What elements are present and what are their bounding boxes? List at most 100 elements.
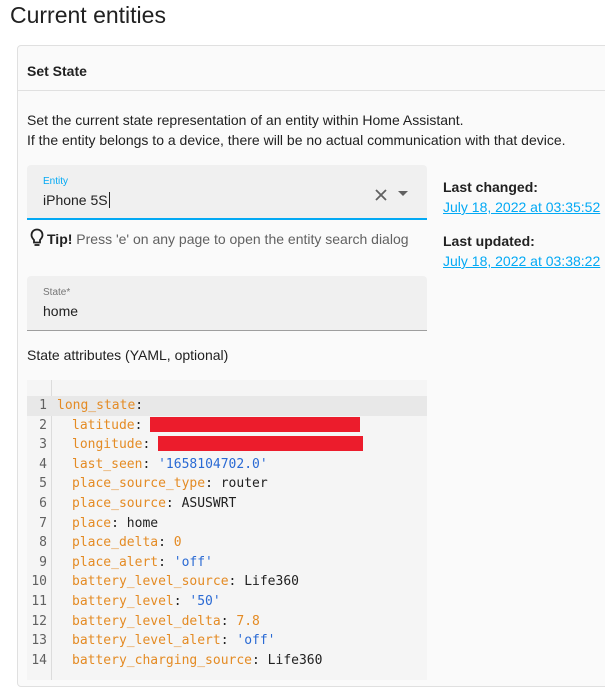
yaml-value: 'off': [236, 633, 276, 649]
yaml-value: home: [126, 515, 159, 531]
yaml-separator: :: [158, 535, 174, 551]
line-number: 9: [39, 554, 47, 570]
yaml-separator: :: [111, 515, 127, 531]
card-title: Set State: [27, 63, 87, 79]
code-line: 8 place_delta: 0: [27, 533, 427, 553]
yaml-key: place_source: [72, 496, 166, 511]
yaml-value: Life360: [244, 574, 299, 590]
code-line: 2 latitude:: [27, 416, 427, 436]
code-text: battery_level: '50': [57, 592, 221, 612]
yaml-separator: :: [173, 594, 190, 609]
code-text: battery_level_source: Life360: [57, 572, 299, 592]
line-number: 12: [31, 613, 47, 629]
text-cursor: [108, 192, 110, 208]
yaml-separator: :: [220, 613, 237, 629]
line-number: 13: [31, 633, 47, 649]
yaml-key: place_source_type: [72, 476, 206, 492]
code-line: 7 place: home: [27, 514, 427, 534]
yaml-value: router: [220, 476, 268, 492]
code-text: longitude:: [57, 435, 364, 455]
code-text: battery_level_alert: 'off': [57, 631, 276, 651]
line-number: 14: [31, 652, 47, 668]
last-updated-link[interactable]: July 18, 2022 at 03:38:22: [443, 252, 600, 270]
tip-label: Tip!: [47, 231, 73, 247]
entity-input[interactable]: iPhone 5S: [43, 191, 110, 209]
code-text: last_seen: '1658104702.0': [57, 455, 268, 475]
yaml-separator: :: [135, 398, 144, 413]
state-field[interactable]: State* home: [27, 276, 427, 331]
line-number: 1: [39, 398, 47, 413]
card-description: Set the current state representation of …: [27, 110, 566, 150]
yaml-separator: :: [228, 574, 245, 590]
yaml-value: '50': [189, 594, 221, 609]
code-text: place_source_type: router: [57, 474, 268, 494]
yaml-separator: :: [158, 554, 174, 570]
yaml-key: longitude: [72, 437, 143, 453]
yaml-key: latitude: [72, 417, 135, 433]
line-number: 4: [39, 456, 47, 472]
state-field-label: State*: [43, 287, 71, 298]
line-number: 8: [39, 535, 47, 551]
code-line: 12 battery_level_delta: 7.8: [27, 612, 427, 632]
description-line: Set the current state representation of …: [27, 112, 464, 128]
code-line: 5 place_source_type: router: [27, 474, 427, 494]
code-line: 3 longitude:: [27, 435, 427, 455]
code-text: place_source: ASUSWRT: [57, 494, 236, 514]
line-number: 3: [39, 437, 47, 453]
page-title: Current entities: [10, 2, 166, 28]
code-line: 1 long_state:: [27, 396, 427, 416]
code-text: long_state:: [57, 396, 143, 416]
yaml-separator: :: [165, 496, 182, 511]
yaml-separator: :: [252, 652, 268, 668]
code-line: 4 last_seen: '1658104702.0': [27, 455, 427, 475]
yaml-key: place_alert: [72, 554, 159, 570]
yaml-key: battery_level_delta: [72, 613, 221, 629]
code-text: battery_level_delta: 7.8: [57, 612, 260, 632]
line-number: 7: [39, 515, 47, 531]
yaml-key: place_delta: [72, 535, 159, 551]
line-number: 6: [39, 496, 47, 511]
yaml-key: long_state: [57, 398, 136, 413]
yaml-separator: :: [142, 437, 159, 453]
card-divider: [18, 90, 605, 91]
yaml-value: Life360: [267, 652, 323, 668]
yaml-editor[interactable]: 1 long_state: 2 latitude: 3 longitude: 4 last…: [27, 380, 427, 680]
yaml-value: 7.8: [236, 613, 260, 629]
entity-input-value: iPhone 5S: [43, 192, 108, 208]
entity-picker[interactable]: Entity iPhone 5S: [27, 165, 427, 220]
code-text: battery_charging_source: Life360: [57, 651, 322, 671]
line-number: 2: [39, 417, 47, 433]
description-line: If the entity belongs to a device, there…: [27, 132, 566, 148]
tip-text: Press 'e' on any page to open the entity…: [76, 231, 409, 247]
yaml-value: ASUSWRT: [181, 496, 237, 511]
last-updated: Last updated: July 18, 2022 at 03:38:22: [443, 232, 600, 270]
code-line: 10 battery_level_source: Life360: [27, 572, 427, 592]
entity-field-label: Entity: [43, 176, 69, 187]
yaml-key: battery_level_alert: [72, 633, 221, 649]
attributes-label: State attributes (YAML, optional): [27, 347, 229, 363]
code-line: 13 battery_level_alert: 'off': [27, 631, 427, 651]
code-text: place_alert: 'off': [57, 553, 213, 573]
yaml-value: 'off': [173, 554, 213, 570]
last-changed-link[interactable]: July 18, 2022 at 03:35:52: [443, 198, 600, 216]
last-changed: Last changed: July 18, 2022 at 03:35:52: [443, 178, 600, 216]
yaml-value: 0: [173, 535, 182, 551]
chevron-down-icon[interactable]: [398, 191, 408, 196]
code-text: place_delta: 0: [57, 533, 182, 553]
state-input[interactable]: home: [43, 302, 78, 320]
yaml-key: battery_charging_source: [72, 652, 253, 668]
code-line: 11 battery_level: '50': [27, 592, 427, 612]
redaction-block: [158, 436, 364, 452]
code-line: 6 place_source: ASUSWRT: [27, 494, 427, 514]
yaml-separator: :: [220, 633, 237, 649]
line-number: 10: [31, 574, 47, 590]
last-changed-label: Last changed:: [443, 179, 538, 195]
yaml-separator: :: [134, 417, 151, 433]
yaml-value: '1658104702.0': [158, 456, 268, 472]
code-text: place: home: [57, 514, 158, 534]
yaml-key: battery_level: [72, 594, 174, 609]
code-text: latitude:: [57, 416, 361, 436]
close-icon[interactable]: [373, 187, 389, 203]
yaml-key: battery_level_source: [72, 574, 229, 590]
line-number: 11: [31, 594, 47, 609]
